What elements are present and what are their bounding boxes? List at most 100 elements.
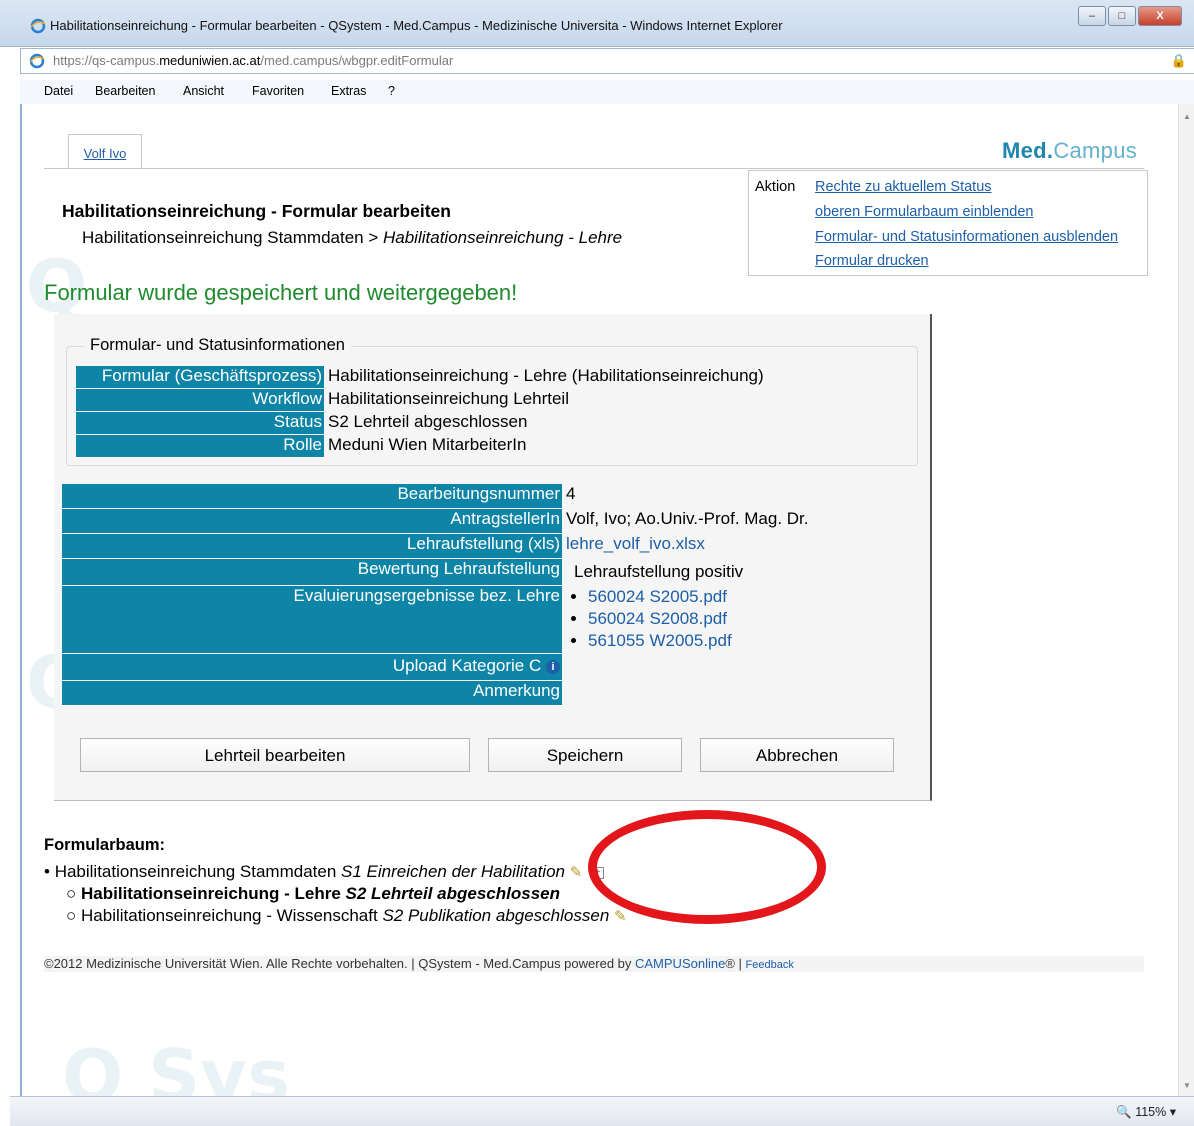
abbrechen-button[interactable]: Abbrechen: [700, 738, 894, 772]
menu-bearbeiten[interactable]: Bearbeiten: [95, 84, 155, 98]
pdf-file-link[interactable]: 560024 S2008.pdf: [588, 609, 727, 628]
detail-label: Lehraufstellung (xls): [62, 534, 562, 559]
maximize-button[interactable]: □: [1108, 6, 1136, 26]
info-value: Meduni Wien MitarbeiterIn: [328, 435, 527, 454]
menu-ansicht[interactable]: Ansicht: [183, 84, 224, 98]
detail-label: Evaluierungsergebnisse bez. Lehre: [62, 586, 562, 654]
list-item: 560024 S2005.pdf: [588, 586, 732, 608]
detail-row-upload: Upload Kategorie C i: [62, 654, 566, 681]
window-title: Habilitationseinreichung - Formular bear…: [50, 18, 783, 33]
lehrteil-bearbeiten-button[interactable]: Lehrteil bearbeiten: [80, 738, 470, 772]
minimize-button[interactable]: –: [1078, 6, 1106, 26]
upload-label: Upload Kategorie C: [392, 656, 542, 675]
address-bar[interactable]: https://qs-campus.meduniwien.ac.at/med.c…: [20, 48, 1194, 74]
info-row-rolle: Rolle Meduni Wien MitarbeiterIn: [76, 435, 526, 458]
tree-item-stammdaten: • Habilitationseinreichung Stammdaten S1…: [44, 862, 604, 882]
evaluierung-file-list: 560024 S2005.pdf 560024 S2008.pdf 561055…: [566, 586, 732, 652]
info-label: Rolle: [76, 435, 324, 458]
tree-item-status: S2 Publikation abgeschlossen: [382, 906, 610, 925]
info-label: Workflow: [76, 389, 324, 412]
detail-value: 4: [566, 484, 576, 503]
link-formularbaum-einblenden[interactable]: oberen Formularbaum einblenden: [815, 204, 1033, 220]
url-text[interactable]: https://qs-campus.meduniwien.ac.at/med.c…: [53, 53, 453, 68]
footer-reg: ® |: [725, 956, 746, 971]
zoom-level: 115%: [1135, 1105, 1167, 1119]
menu-bar: Datei Bearbeiten Ansicht Favoriten Extra…: [20, 80, 1194, 105]
scroll-down-icon[interactable]: ▼: [1183, 1081, 1191, 1090]
lehraufstellung-file-link[interactable]: lehre_volf_ivo.xlsx: [566, 534, 705, 553]
page-title: Habilitationseinreichung - Formular bear…: [62, 201, 451, 221]
internet-explorer-icon: [30, 18, 46, 34]
scroll-up-icon[interactable]: ▲: [1183, 112, 1191, 121]
pdf-file-link[interactable]: 561055 W2005.pdf: [588, 631, 732, 650]
pencil-icon[interactable]: ✎: [570, 864, 583, 881]
menu-datei[interactable]: Datei: [44, 84, 73, 98]
info-row-formular: Formular (Geschäftsprozess) Habilitation…: [76, 366, 764, 389]
link-formular-drucken[interactable]: Formular drucken: [815, 253, 929, 269]
detail-row-anmerkung: Anmerkung: [62, 681, 566, 706]
detail-value: [562, 681, 566, 706]
detail-row-evaluierung: Evaluierungsergebnisse bez. Lehre 560024…: [62, 586, 732, 654]
menu-help[interactable]: ?: [388, 84, 395, 98]
campusonline-link[interactable]: CAMPUSonline: [635, 956, 725, 971]
logo-med: Med.: [1002, 138, 1054, 163]
detail-row-antragsteller: AntragstellerIn Volf, Ivo; Ao.Univ.-Prof…: [62, 509, 809, 534]
action-label: Aktion: [755, 179, 796, 195]
tree-item-wissenschaft: ○ Habilitationseinreichung - Wissenschaf…: [66, 906, 627, 926]
info-label: Formular (Geschäftsprozess): [76, 366, 324, 389]
info-value: Habilitationseinreichung - Lehre (Habili…: [328, 366, 764, 385]
tree-item-name[interactable]: Habilitationseinreichung Stammdaten: [55, 862, 337, 881]
list-item: 560024 S2008.pdf: [588, 608, 732, 630]
pencil-icon[interactable]: ✎: [614, 908, 627, 925]
detail-value: 560024 S2005.pdf 560024 S2008.pdf 561055…: [562, 586, 732, 654]
status-info-legend: Formular- und Statusinformationen: [84, 336, 351, 355]
red-highlight-circle: [588, 810, 826, 924]
window-titlebar: Habilitationseinreichung - Formular bear…: [0, 0, 1194, 47]
info-label: Status: [76, 412, 324, 435]
detail-row-lehraufstellung: Lehraufstellung (xls) lehre_volf_ivo.xls…: [62, 534, 705, 559]
detail-label: Upload Kategorie C i: [62, 654, 562, 681]
menu-favoriten[interactable]: Favoriten: [252, 84, 304, 98]
zoom-control[interactable]: 🔍 115% ▾: [1116, 1104, 1176, 1120]
feedback-link[interactable]: Feedback: [746, 959, 794, 971]
info-value: Habilitationseinreichung Lehrteil: [328, 389, 569, 408]
vertical-scrollbar[interactable]: ▲ ▼: [1178, 104, 1194, 1096]
circle-bullet: ○: [66, 884, 77, 903]
info-row-workflow: Workflow Habilitationseinreichung Lehrte…: [76, 389, 569, 412]
menu-extras[interactable]: Extras: [331, 84, 366, 98]
action-box: Aktion Rechte zu aktuellem Status oberen…: [748, 170, 1148, 276]
user-tab[interactable]: Volf Ivo: [68, 134, 142, 169]
pdf-file-link[interactable]: 560024 S2005.pdf: [588, 587, 727, 606]
tree-item-name[interactable]: Habilitationseinreichung - Wissenschaft: [81, 906, 378, 925]
footer-text: ©2012 Medizinische Universität Wien. All…: [44, 956, 635, 971]
url-path: /med.campus/wbgpr.editFormular: [260, 53, 454, 68]
detail-label: Anmerkung: [62, 681, 562, 706]
list-item: 561055 W2005.pdf: [588, 630, 732, 652]
tab-divider: [44, 168, 1144, 169]
detail-value: [562, 654, 566, 681]
link-rechte-status[interactable]: Rechte zu aktuellem Status: [815, 179, 992, 195]
formularbaum-title: Formularbaum:: [44, 836, 166, 854]
user-link[interactable]: Volf Ivo: [69, 146, 141, 161]
info-row-status: Status S2 Lehrteil abgeschlossen: [76, 412, 527, 435]
medcampus-logo: Med.Campus: [1002, 138, 1137, 164]
lock-icon[interactable]: 🔒: [1171, 53, 1187, 69]
detail-label: Bewertung Lehraufstellung: [62, 559, 562, 586]
tree-item-status: S2 Lehrteil abgeschlossen: [345, 884, 560, 903]
close-button[interactable]: X: [1138, 6, 1182, 26]
page-content: Q Q Q Sys Volf Ivo Med.Campus Habilitati…: [22, 104, 1178, 1118]
detail-value: Lehraufstellung positiv: [574, 562, 744, 581]
link-statusinfo-ausblenden[interactable]: Formular- und Statusinformationen ausble…: [815, 229, 1118, 245]
breadcrumb: Habilitationseinreichung Stammdaten > Ha…: [82, 228, 622, 248]
breadcrumb-parent: Habilitationseinreichung Stammdaten >: [82, 228, 379, 247]
detail-value: Volf, Ivo; Ao.Univ.-Prof. Mag. Dr.: [566, 509, 809, 528]
speichern-button[interactable]: Speichern: [488, 738, 682, 772]
circle-bullet: ○: [66, 906, 77, 925]
bullet: •: [44, 862, 50, 881]
detail-value: lehre_volf_ivo.xlsx: [562, 534, 705, 559]
url-prefix: https://qs-campus.: [53, 53, 160, 68]
page-footer: ©2012 Medizinische Universität Wien. All…: [44, 956, 1144, 972]
info-icon[interactable]: i: [546, 659, 560, 674]
detail-row-bearbeitungsnummer: Bearbeitungsnummer 4: [62, 484, 575, 509]
tree-item-lehre: ○ Habilitationseinreichung - Lehre S2 Le…: [66, 884, 560, 904]
